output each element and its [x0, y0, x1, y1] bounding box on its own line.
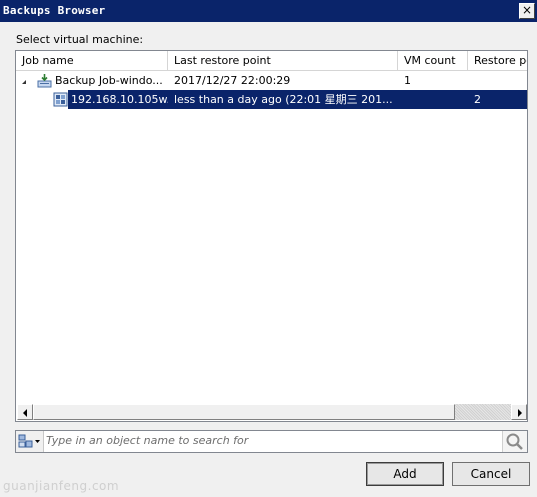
table-row-selected[interactable]: 192.168.10.105w... less than a day ago (… — [16, 90, 527, 109]
add-button[interactable]: Add — [366, 462, 444, 486]
object-type-dropdown[interactable] — [16, 431, 44, 452]
search-button[interactable] — [502, 431, 527, 452]
column-header-restore-points[interactable]: Restore po — [468, 51, 527, 70]
select-vm-label: Select virtual machine: — [16, 33, 144, 46]
column-header-job-name[interactable]: Job name — [16, 51, 168, 70]
restore-points-cell — [474, 71, 527, 90]
search-bar: Type in an object name to search for — [15, 430, 528, 453]
vm-name-cell: 192.168.10.105w... — [71, 93, 168, 106]
column-header-vm-count[interactable]: VM count — [398, 51, 468, 70]
cancel-button[interactable]: Cancel — [452, 462, 530, 486]
scroll-left-button[interactable] — [17, 404, 33, 420]
window-title: Backups Browser — [3, 4, 106, 17]
scroll-thumb[interactable] — [33, 404, 455, 420]
title-bar: Backups Browser × — [0, 0, 537, 22]
scroll-right-button[interactable] — [511, 404, 527, 420]
magnifier-icon — [506, 433, 523, 450]
collapse-icon[interactable] — [22, 76, 26, 84]
arrow-left-icon — [23, 409, 27, 417]
close-icon[interactable]: × — [519, 3, 535, 19]
job-name-cell: Backup Job-windo... — [55, 74, 163, 87]
restore-points-cell: 2 — [474, 93, 481, 106]
vm-grid: Job name Last restore point VM count Res… — [15, 50, 528, 422]
horizontal-scrollbar[interactable] — [17, 404, 527, 420]
last-restore-point-cell: 2017/12/27 22:00:29 — [174, 74, 291, 87]
vm-icon — [53, 92, 68, 107]
vm-count-cell: 1 — [404, 74, 411, 87]
last-restore-point-cell: less than a day ago (22:01 星期三 201... — [174, 93, 393, 106]
table-row[interactable]: Backup Job-windo... 2017/12/27 22:00:29 … — [16, 71, 527, 90]
watermark-text: guanjianfeng.com — [3, 479, 120, 493]
search-input[interactable]: Type in an object name to search for — [46, 434, 248, 447]
object-type-icon — [18, 434, 40, 448]
grid-header: Job name Last restore point VM count Res… — [16, 51, 527, 71]
scroll-track[interactable] — [455, 404, 511, 420]
backup-job-icon — [37, 74, 52, 88]
arrow-right-icon — [518, 409, 522, 417]
column-header-last-restore-point[interactable]: Last restore point — [168, 51, 398, 70]
vm-count-cell — [404, 90, 464, 109]
